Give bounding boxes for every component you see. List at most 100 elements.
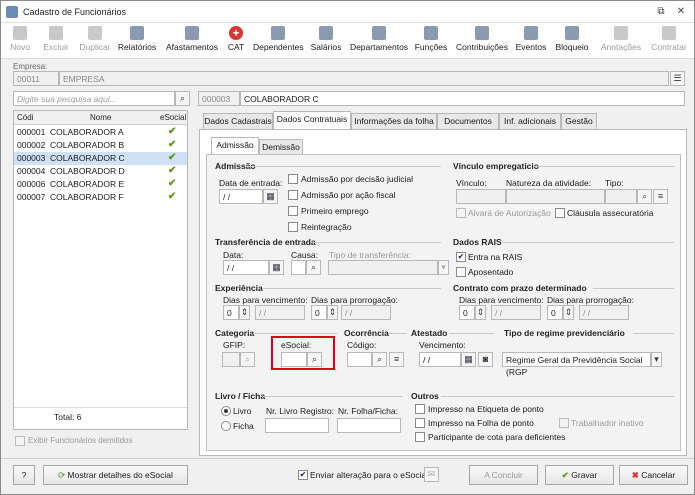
section-divider xyxy=(534,166,674,167)
exp-venc-field[interactable]: 0 xyxy=(223,305,239,320)
regime-select[interactable]: Regime Geral da Previdência Social (RGP xyxy=(502,352,651,377)
search-input[interactable]: Digite sua pesquisa aqui... xyxy=(13,91,175,106)
camera-icon[interactable]: ◙ xyxy=(478,352,493,367)
toolbar-lock-button[interactable]: Bloqueio xyxy=(553,25,591,57)
primeiro-emprego-checkbox[interactable] xyxy=(288,206,298,216)
chevron-down-icon[interactable]: ▾ xyxy=(438,260,449,275)
search-icon[interactable]: ⌕ xyxy=(637,189,652,204)
search-icon[interactable]: ⌕ xyxy=(175,91,190,106)
table-row[interactable]: 000006 COLABORADOR E ✔ xyxy=(14,178,187,191)
chevron-down-icon[interactable]: ▾ xyxy=(651,352,662,367)
exp-venc-stepper[interactable]: ⇕ xyxy=(239,305,250,320)
natureza-label: Natureza da atividade: xyxy=(506,178,592,188)
ficha-radio[interactable] xyxy=(221,421,231,431)
show-dismissed-checkbox[interactable] xyxy=(15,436,25,446)
nr-folha-field[interactable] xyxy=(337,418,401,433)
table-row[interactable]: 000007 COLABORADOR F ✔ xyxy=(14,191,187,204)
tab-inf-adicionais[interactable]: Inf. adicionais xyxy=(499,113,561,129)
restore-button[interactable]: ⧉ xyxy=(654,5,668,18)
gravar-button[interactable]: ✔ Gravar xyxy=(545,465,614,485)
toolbar-events-button[interactable]: Eventos xyxy=(515,25,547,57)
events-icon xyxy=(524,26,538,40)
empresa-menu-button[interactable]: ☰ xyxy=(670,71,685,86)
details-icon[interactable]: ≡ xyxy=(653,189,668,204)
calendar-icon[interactable]: ▦ xyxy=(269,260,284,275)
calendar-icon[interactable]: ▦ xyxy=(263,189,278,204)
exp-prorr-date: / / xyxy=(341,305,391,320)
contrato-prorr-stepper[interactable]: ⇕ xyxy=(563,305,574,320)
building-icon xyxy=(372,26,386,40)
vencimento-label: Vencimento: xyxy=(419,340,466,350)
codigo-field[interactable] xyxy=(347,352,372,367)
tab-gestao[interactable]: Gestão xyxy=(561,113,597,129)
table-row[interactable]: 000001 COLABORADOR A ✔ xyxy=(14,126,187,139)
alvara-checkbox[interactable] xyxy=(456,208,466,218)
reintegracao-checkbox[interactable] xyxy=(288,222,298,232)
toolbar-cat-button[interactable]: + CAT xyxy=(225,25,247,57)
exp-prorr-field[interactable]: 0 xyxy=(311,305,327,320)
tab-informacoes-folha[interactable]: Informações da folha xyxy=(351,113,437,129)
folha-ponto-checkbox[interactable] xyxy=(415,418,425,428)
close-button[interactable]: ✕ xyxy=(674,5,688,18)
contrato-prorr-field[interactable]: 0 xyxy=(547,305,563,320)
header-code[interactable]: Códi xyxy=(17,113,33,122)
toolbar-notes-button[interactable]: Anotações xyxy=(599,25,643,57)
search-icon[interactable]: ⌕ xyxy=(372,352,387,367)
exp-prorr-stepper[interactable]: ⇕ xyxy=(327,305,338,320)
table-row-selected[interactable]: 000003 COLABORADOR C ✔ xyxy=(14,152,187,165)
tab-documentos[interactable]: Documentos xyxy=(437,113,499,129)
subtab-demissao[interactable]: Demissão xyxy=(259,139,303,155)
toolbar-new-button[interactable]: Novo xyxy=(7,25,33,57)
tab-dados-contratuais[interactable]: Dados Contratuais xyxy=(273,111,351,129)
table-row[interactable]: 000002 COLABORADOR B ✔ xyxy=(14,139,187,152)
tipo-transferencia-select[interactable] xyxy=(328,260,438,275)
table-row[interactable]: 000004 COLABORADOR D ✔ xyxy=(14,165,187,178)
toolbar-contributions-button[interactable]: Contribuições xyxy=(455,25,509,57)
aposentado-checkbox[interactable] xyxy=(456,267,466,277)
etiqueta-ponto-checkbox[interactable] xyxy=(415,404,425,414)
search-icon[interactable]: ⌕ xyxy=(306,260,321,275)
admissao-fiscal-checkbox[interactable] xyxy=(288,190,298,200)
toolbar-salaries-button[interactable]: Salários xyxy=(309,25,343,57)
header-esocial[interactable]: eSocial xyxy=(160,113,186,122)
header-name[interactable]: Nome xyxy=(90,113,111,122)
livro-radio[interactable] xyxy=(221,406,231,416)
details-icon[interactable]: ≡ xyxy=(389,352,404,367)
contrato-venc-field[interactable]: 0 xyxy=(459,305,475,320)
concluir-button[interactable]: A Concluir xyxy=(469,465,538,485)
cancelar-button[interactable]: ✖ Cancelar xyxy=(619,465,688,485)
data-entrada-field[interactable]: / / xyxy=(219,189,263,204)
toolbar-hire-button[interactable]: Contratar xyxy=(649,25,689,57)
toolbar-delete-button[interactable]: Excluir xyxy=(39,25,73,57)
vinculo-field[interactable] xyxy=(456,189,506,204)
subtab-admissao[interactable]: Admissão xyxy=(211,137,259,155)
transferencia-data-field[interactable]: / / xyxy=(223,260,269,275)
outros-title: Outros xyxy=(411,391,439,401)
enviar-esocial-checkbox[interactable]: ✔ xyxy=(298,470,308,480)
gfip-field[interactable] xyxy=(222,352,240,367)
toolbar-leaves-button[interactable]: Afastamentos xyxy=(165,25,219,57)
toolbar-functions-button[interactable]: Funções xyxy=(414,25,448,57)
tab-dados-cadastrais[interactable]: Dados Cadastrais xyxy=(203,113,273,129)
admissao-judicial-checkbox[interactable] xyxy=(288,174,298,184)
natureza-field[interactable] xyxy=(506,189,605,204)
search-icon[interactable]: ⌕ xyxy=(240,352,255,367)
send-icon[interactable]: ✉ xyxy=(424,467,439,482)
cota-deficientes-checkbox[interactable] xyxy=(415,432,425,442)
toolbar-departments-button[interactable]: Departamentos xyxy=(348,25,410,57)
tipo-field[interactable] xyxy=(605,189,637,204)
causa-field[interactable] xyxy=(291,260,306,275)
vencimento-field[interactable]: / / xyxy=(419,352,461,367)
contrato-venc-stepper[interactable]: ⇕ xyxy=(475,305,486,320)
nr-livro-field[interactable] xyxy=(265,418,329,433)
clausula-checkbox[interactable] xyxy=(555,208,565,218)
toolbar-dependents-button[interactable]: Dependentes xyxy=(253,25,304,57)
trabalhador-inativo-checkbox[interactable] xyxy=(559,418,569,428)
help-button[interactable]: ? xyxy=(13,465,35,485)
esocial-icon: ⟳ xyxy=(58,470,68,480)
show-esocial-details-button[interactable]: ⟳ Mostrar detalhes do eSocial xyxy=(43,465,188,485)
calendar-icon[interactable]: ▦ xyxy=(461,352,476,367)
toolbar-reports-button[interactable]: Relatórios xyxy=(116,25,158,57)
toolbar-duplicate-button[interactable]: Duplicar xyxy=(76,25,114,57)
entra-rais-checkbox[interactable]: ✔ xyxy=(456,252,466,262)
